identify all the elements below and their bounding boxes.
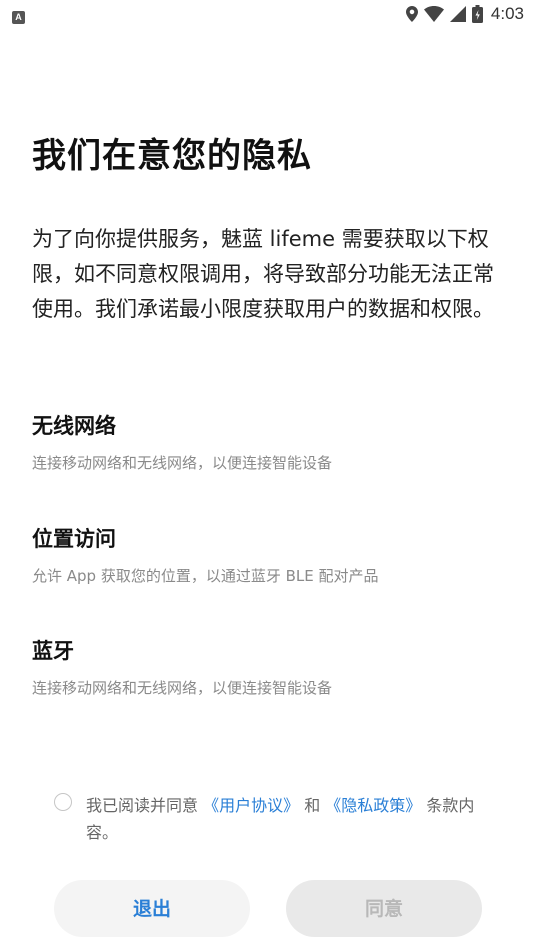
agreement-and: 和 bbox=[299, 796, 326, 815]
privacy-policy-link[interactable]: 《隐私政策》 bbox=[325, 796, 421, 815]
exit-button[interactable]: 退出 bbox=[54, 880, 250, 937]
agree-checkbox[interactable] bbox=[54, 793, 72, 811]
permission-title: 蓝牙 bbox=[32, 639, 74, 663]
page-title: 我们在意您的隐私 bbox=[32, 136, 312, 176]
cellular-signal-icon bbox=[449, 6, 466, 22]
permission-title: 无线网络 bbox=[32, 414, 116, 438]
permission-wireless-network: 无线网络 连接移动网络和无线网络，以便连接智能设备 bbox=[32, 410, 502, 473]
status-bar-right: 4:03 bbox=[405, 4, 524, 24]
permission-description: 连接移动网络和无线网络，以便连接智能设备 bbox=[32, 454, 333, 472]
notification-a-icon: A bbox=[12, 11, 25, 24]
agreement-text: 我已阅读并同意 《用户协议》 和 《隐私政策》 条款内容。 bbox=[86, 792, 496, 846]
location-icon bbox=[405, 6, 418, 22]
privacy-consent-screen: A 4:03 我们在意您的隐私 为了向你提供服务，魅蓝 lifeme 需要获取以… bbox=[0, 0, 534, 950]
permission-bluetooth: 蓝牙 连接移动网络和无线网络，以便连接智能设备 bbox=[32, 635, 502, 698]
permission-title: 位置访问 bbox=[32, 527, 116, 551]
intro-text: 为了向你提供服务，魅蓝 lifeme 需要获取以下权限，如不同意权限调用，将导致… bbox=[32, 227, 494, 321]
agree-button[interactable]: 同意 bbox=[286, 880, 482, 937]
status-bar-left: A bbox=[12, 7, 25, 25]
permission-description: 允许 App 获取您的位置，以通过蓝牙 BLE 配对产品 bbox=[32, 567, 379, 585]
permission-description: 连接移动网络和无线网络，以便连接智能设备 bbox=[32, 679, 333, 697]
agreement-prefix: 我已阅读并同意 bbox=[86, 796, 204, 815]
wifi-icon bbox=[423, 6, 444, 22]
user-agreement-link[interactable]: 《用户协议》 bbox=[203, 796, 299, 815]
status-bar: A 4:03 bbox=[0, 0, 534, 28]
permission-location-access: 位置访问 允许 App 获取您的位置，以通过蓝牙 BLE 配对产品 bbox=[32, 523, 502, 586]
battery-icon bbox=[471, 5, 483, 23]
status-bar-time: 4:03 bbox=[490, 4, 524, 23]
